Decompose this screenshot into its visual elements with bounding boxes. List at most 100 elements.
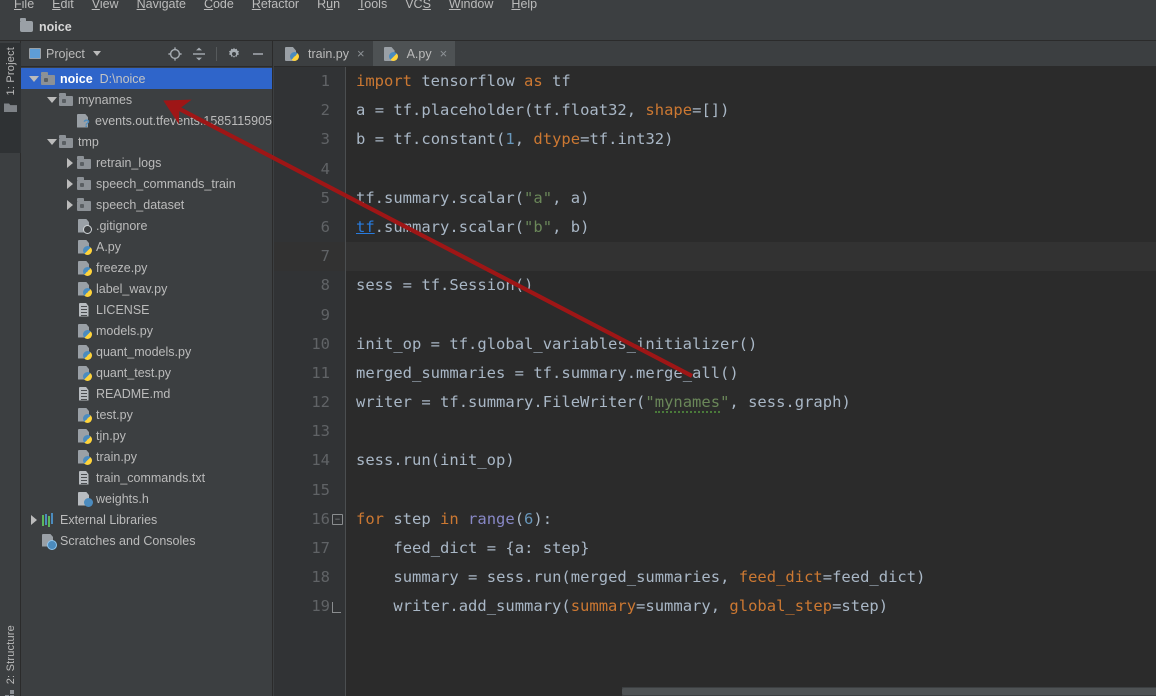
chevron-down-icon[interactable] xyxy=(27,72,40,85)
code-line-6[interactable]: tf.summary.scalar("b", b) xyxy=(345,213,1156,242)
tool-button-project[interactable]: 1: Project xyxy=(0,43,21,153)
code-line-1[interactable]: import tensorflow as tf xyxy=(345,67,1156,96)
menu-item-view[interactable]: View xyxy=(83,0,128,11)
menu-item-edit[interactable]: Edit xyxy=(43,0,83,11)
menu-item-vcs[interactable]: VCS xyxy=(396,0,440,11)
line-number-7[interactable]: 7 xyxy=(274,242,345,272)
code-line-13[interactable] xyxy=(345,417,1156,446)
menu-item-window[interactable]: Window xyxy=(440,0,502,11)
code-line-2[interactable]: a = tf.placeholder(tf.float32, shape=[]) xyxy=(345,96,1156,125)
code-line-3[interactable]: b = tf.constant(1, dtype=tf.int32) xyxy=(345,125,1156,154)
chevron-right-icon[interactable] xyxy=(63,156,76,169)
tree-row-speech-dataset[interactable]: speech_dataset xyxy=(21,194,272,215)
menu-item-code[interactable]: Code xyxy=(195,0,243,11)
tree-row-quant-models-py[interactable]: quant_models.py xyxy=(21,341,272,362)
tree-row-models-py[interactable]: models.py xyxy=(21,320,272,341)
code-line-7[interactable] xyxy=(345,242,1156,272)
line-number-14[interactable]: 14 xyxy=(274,446,345,475)
code-line-15[interactable] xyxy=(345,476,1156,505)
menu-item-tools[interactable]: Tools xyxy=(349,0,396,11)
fold-collapse-icon[interactable]: − xyxy=(332,514,343,525)
fold-region-end-icon[interactable] xyxy=(332,601,341,613)
gear-icon[interactable] xyxy=(227,47,241,61)
chevron-down-icon[interactable] xyxy=(45,93,58,106)
line-number-5[interactable]: 5 xyxy=(274,184,345,213)
line-number-3[interactable]: 3 xyxy=(274,125,345,154)
code-line-18[interactable]: summary = sess.run(merged_summaries, fee… xyxy=(345,563,1156,592)
line-number-1[interactable]: 1 xyxy=(274,67,345,96)
tree-row-train-py[interactable]: train.py xyxy=(21,446,272,467)
tree-row-tjn-py[interactable]: tjn.py xyxy=(21,425,272,446)
menu-item-help[interactable]: Help xyxy=(502,0,546,11)
chevron-down-icon[interactable] xyxy=(45,135,58,148)
project-tree[interactable]: noice D:\noice mynames? events.out.tfevents… xyxy=(21,68,272,696)
tree-row-label-wav-py[interactable]: label_wav.py xyxy=(21,278,272,299)
tree-row-events-out-tfevents-1585115905[interactable]: ? events.out.tfevents.1585115905 xyxy=(21,110,272,131)
editor-tab-train-py[interactable]: train.py × xyxy=(274,41,373,66)
code-line-5[interactable]: tf.summary.scalar("a", a) xyxy=(345,184,1156,213)
line-number-2[interactable]: 2 xyxy=(274,96,345,125)
scrollbar-thumb[interactable] xyxy=(622,688,1156,695)
close-icon[interactable]: × xyxy=(357,47,365,60)
chevron-right-icon[interactable] xyxy=(63,177,76,190)
project-panel-title-button[interactable]: Project xyxy=(29,47,101,61)
line-number-8[interactable]: 8 xyxy=(274,271,345,300)
tree-row-quant-test-py[interactable]: quant_test.py xyxy=(21,362,272,383)
editor-pane[interactable]: 1 2 3 4 5 6 7 8 9 10 11 12 13 14 15 16 17 18 19− import te… xyxy=(274,67,1156,696)
tree-row-weights-h[interactable]: weights.h xyxy=(21,488,272,509)
code-line-11[interactable]: merged_summaries = tf.summary.merge_all(… xyxy=(345,359,1156,388)
close-icon[interactable]: × xyxy=(440,47,448,60)
line-number-4[interactable]: 4 xyxy=(274,155,345,184)
code-line-8[interactable]: sess = tf.Session() xyxy=(345,271,1156,300)
line-number-13[interactable]: 13 xyxy=(274,417,345,446)
chevron-down-icon[interactable] xyxy=(92,51,101,56)
locate-icon[interactable] xyxy=(168,46,182,61)
code-line-9[interactable] xyxy=(345,301,1156,330)
line-number-12[interactable]: 12 xyxy=(274,388,345,417)
line-number-10[interactable]: 10 xyxy=(274,330,345,359)
horizontal-scrollbar[interactable] xyxy=(622,687,1156,696)
tree-row-external-libraries[interactable]: External Libraries xyxy=(21,509,272,530)
tree-row--gitignore[interactable]: .gitignore xyxy=(21,215,272,236)
tree-row-license[interactable]: LICENSE xyxy=(21,299,272,320)
code-line-17[interactable]: feed_dict = {a: step} xyxy=(345,534,1156,563)
tree-row-a-py[interactable]: A.py xyxy=(21,236,272,257)
line-number-9[interactable]: 9 xyxy=(274,301,345,330)
tree-row-train-commands-txt[interactable]: train_commands.txt xyxy=(21,467,272,488)
tree-row-scratches-and-consoles[interactable]: Scratches and Consoles xyxy=(21,530,272,551)
tree-row-tmp[interactable]: tmp xyxy=(21,131,272,152)
tool-button-structure[interactable]: 2: Structure xyxy=(0,625,21,696)
tree-row-retrain-logs[interactable]: retrain_logs xyxy=(21,152,272,173)
line-number-11[interactable]: 11 xyxy=(274,359,345,388)
breadcrumb[interactable]: noice xyxy=(0,18,72,34)
folder-icon xyxy=(58,92,74,108)
line-number-6[interactable]: 6 xyxy=(274,213,345,242)
line-number-18[interactable]: 18 xyxy=(274,563,345,592)
tree-row-readme-md[interactable]: README.md xyxy=(21,383,272,404)
code-line-12[interactable]: writer = tf.summary.FileWriter("mynames"… xyxy=(345,388,1156,417)
editor-tab-a-py[interactable]: A.py × xyxy=(372,41,456,66)
tree-row-speech-commands-train[interactable]: speech_commands_train xyxy=(21,173,272,194)
line-number-15[interactable]: 15 xyxy=(274,476,345,505)
line-number-gutter[interactable]: 1 2 3 4 5 6 7 8 9 10 11 12 13 14 15 16 17 18 19− xyxy=(274,67,345,696)
tree-row-noice[interactable]: noice D:\noice xyxy=(21,68,272,89)
hide-panel-icon[interactable] xyxy=(251,47,265,61)
menu-item-navigate[interactable]: Navigate xyxy=(128,0,195,11)
code-line-10[interactable]: init_op = tf.global_variables_initialize… xyxy=(345,330,1156,359)
collapse-all-icon[interactable] xyxy=(192,47,206,61)
code-line-14[interactable]: sess.run(init_op) xyxy=(345,446,1156,475)
tree-row-icon-wrap xyxy=(40,71,60,87)
code-line-4[interactable] xyxy=(345,155,1156,184)
line-number-17[interactable]: 17 xyxy=(274,534,345,563)
code-line-16[interactable]: for step in range(6): xyxy=(345,505,1156,534)
code-content[interactable]: import tensorflow as tf a = tf.placeholde… xyxy=(345,67,1156,696)
menu-item-file[interactable]: File xyxy=(5,0,43,11)
chevron-right-icon[interactable] xyxy=(63,198,76,211)
code-line-19[interactable]: writer.add_summary(summary=summary, glob… xyxy=(345,592,1156,621)
tree-row-freeze-py[interactable]: freeze.py xyxy=(21,257,272,278)
chevron-right-icon[interactable] xyxy=(27,513,40,526)
tree-row-mynames[interactable]: mynames xyxy=(21,89,272,110)
menu-item-refactor[interactable]: Refactor xyxy=(243,0,308,11)
tree-row-test-py[interactable]: test.py xyxy=(21,404,272,425)
menu-item-run[interactable]: Run xyxy=(308,0,349,11)
